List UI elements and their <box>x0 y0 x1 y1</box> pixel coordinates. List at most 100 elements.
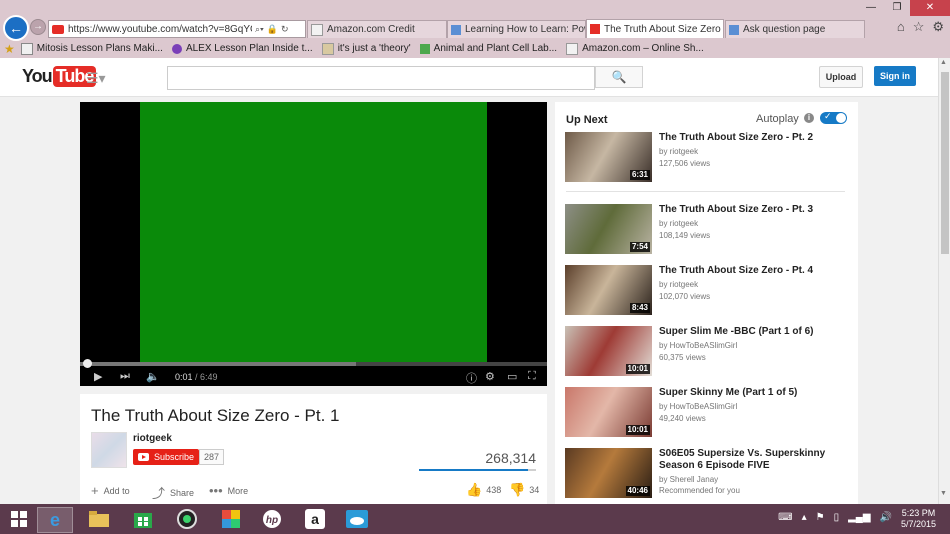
recommended-video[interactable]: 40:46 S06E05 Supersize Vs. Superskinny S… <box>565 448 848 498</box>
recommended-video[interactable]: 10:01 Super Slim Me -BBC (Part 1 of 6) b… <box>565 326 848 376</box>
taskbar-store[interactable] <box>126 507 160 531</box>
play-icon[interactable]: ▶ <box>94 370 102 383</box>
theater-mode-icon[interactable]: ▭ <box>507 370 517 383</box>
taskbar-clock[interactable]: 5:23 PM 5/7/2015 <box>901 508 936 530</box>
video-channel[interactable]: by HowToBeASlimGirl <box>659 341 737 350</box>
next-icon[interactable]: ⏭ <box>120 370 130 383</box>
page-scrollbar[interactable]: ▲ ▼ <box>938 58 950 504</box>
video-thumbnail[interactable]: 40:46 <box>565 448 652 498</box>
lock-icon[interactable]: 🔒 <box>267 24 278 35</box>
video-channel[interactable]: by riotgeek <box>659 147 698 156</box>
search-button[interactable]: 🔍 <box>595 66 643 88</box>
favorite-label: Animal and Plant Cell Lab... <box>433 43 558 54</box>
upload-button[interactable]: Upload <box>819 66 863 88</box>
guide-menu-icon[interactable]: ☰▾ <box>86 70 106 87</box>
video-title-link[interactable]: The Truth About Size Zero - Pt. 2 <box>659 132 849 144</box>
favorite-theory[interactable]: it's just a 'theory' <box>321 42 411 55</box>
taskbar-hp[interactable]: hp <box>255 507 289 531</box>
taskbar-file-explorer[interactable] <box>82 507 116 531</box>
action-center-flag-icon[interactable]: ⚑ <box>816 512 825 523</box>
tab-learning-how-to-learn[interactable]: Learning How to Learn: Powerf... <box>447 20 586 38</box>
settings-gear-icon[interactable]: ⚙ <box>932 19 944 35</box>
system-tray: ⌨ ▴ ⚑ ▯ ▂▄▆ 🔊 <box>778 512 892 523</box>
restore-icon[interactable]: ❐ <box>884 0 910 16</box>
battery-icon[interactable]: ▯ <box>834 512 840 523</box>
autoplay-toggle[interactable]: ✓ <box>820 111 847 124</box>
taskbar-media-player[interactable] <box>170 507 204 531</box>
search-input[interactable] <box>167 66 595 90</box>
tab-truth-about-size-zero[interactable]: The Truth About Size Zero -... ✕ <box>586 19 724 38</box>
taskbar-cloud-app[interactable] <box>340 507 374 531</box>
video-thumbnail[interactable]: 6:31 <box>565 132 652 182</box>
info-icon[interactable]: ⓘ <box>466 370 477 386</box>
scroll-down-icon[interactable]: ▼ <box>940 490 947 497</box>
logo-text-you: You <box>22 66 53 86</box>
subscribe-button[interactable]: Subscribe <box>133 449 199 465</box>
fullscreen-icon[interactable]: ⛶ <box>528 370 536 383</box>
minimize-icon[interactable]: — <box>858 0 884 16</box>
like-button[interactable]: 👍 438 <box>466 482 501 498</box>
favorite-mitosis[interactable]: Mitosis Lesson Plans Maki... <box>20 42 163 55</box>
favorites-star-icon[interactable]: ★ <box>4 42 15 56</box>
back-button[interactable]: ← <box>3 15 29 41</box>
show-hidden-icons-icon[interactable]: ▴ <box>802 512 807 523</box>
dislike-button[interactable]: 👎 34 <box>509 482 539 498</box>
sign-in-button[interactable]: Sign in <box>874 66 916 86</box>
taskbar-photo-app[interactable] <box>214 507 248 531</box>
address-bar[interactable]: https://www.youtube.com/watch?v=8GqYGiH6… <box>48 20 306 38</box>
video-channel[interactable]: by riotgeek <box>659 219 698 228</box>
address-url[interactable]: https://www.youtube.com/watch?v=8GqYGiH6… <box>68 24 252 35</box>
favorites-star-icon[interactable]: ☆ <box>913 19 925 35</box>
progress-bar[interactable] <box>80 362 547 366</box>
recommended-video[interactable]: 10:01 Super Skinny Me (Part 1 of 5) by H… <box>565 387 848 437</box>
video-thumbnail[interactable]: 8:43 <box>565 265 652 315</box>
video-title-link[interactable]: The Truth About Size Zero - Pt. 3 <box>659 204 849 216</box>
add-to-button[interactable]: + Add to <box>91 483 130 498</box>
video-channel[interactable]: by riotgeek <box>659 280 698 289</box>
forward-button[interactable]: → <box>30 19 46 35</box>
close-icon[interactable]: ✕ <box>910 0 950 16</box>
keyboard-icon[interactable]: ⌨ <box>778 512 792 523</box>
scroll-up-icon[interactable]: ▲ <box>940 59 947 66</box>
home-icon[interactable]: ⌂ <box>897 19 905 35</box>
hp-logo-icon: hp <box>263 510 281 528</box>
scrollbar-thumb[interactable] <box>941 72 949 254</box>
favorite-alex[interactable]: ALEX Lesson Plan Inside t... <box>171 43 313 54</box>
video-channel[interactable]: by Sherell Janay <box>659 475 718 484</box>
taskbar-amazon[interactable]: a <box>298 507 332 531</box>
volume-icon[interactable]: 🔊 <box>880 512 892 523</box>
more-button[interactable]: ••• More <box>209 483 248 498</box>
tab-amazon-credit[interactable]: Amazon.com Credit <box>307 20 447 38</box>
share-button[interactable]: ⤴ Share <box>152 483 194 502</box>
info-icon[interactable]: i <box>804 113 814 123</box>
video-player[interactable]: ▶ ⏭ 🔈 0:01 / 6:49 ⓘ ⚙ ▭ ⛶ <box>80 102 547 386</box>
video-frame[interactable] <box>140 102 487 362</box>
taskbar-internet-explorer[interactable]: e <box>37 507 73 533</box>
network-signal-icon[interactable]: ▂▄▆ <box>848 512 870 523</box>
video-thumbnail[interactable]: 7:54 <box>565 204 652 254</box>
recommended-video[interactable]: 7:54 The Truth About Size Zero - Pt. 3 b… <box>565 204 848 254</box>
video-title-link[interactable]: Super Slim Me -BBC (Part 1 of 6) <box>659 326 849 338</box>
start-button[interactable] <box>2 507 36 531</box>
video-title-link[interactable]: The Truth About Size Zero - Pt. 4 <box>659 265 849 277</box>
video-title-link[interactable]: S06E05 Supersize Vs. Superskinny Season … <box>659 448 849 472</box>
favorite-animal-plant-cell[interactable]: Animal and Plant Cell Lab... <box>419 43 558 54</box>
channel-avatar[interactable] <box>91 432 127 468</box>
favorite-label: Mitosis Lesson Plans Maki... <box>36 43 163 54</box>
duration-badge: 8:43 <box>629 303 650 313</box>
volume-icon[interactable]: 🔈 <box>146 370 160 383</box>
search-icon[interactable]: ⌕▾ <box>255 24 264 35</box>
recommended-video[interactable]: 6:31 The Truth About Size Zero - Pt. 2 b… <box>565 132 848 182</box>
channel-name[interactable]: riotgeek <box>133 433 172 444</box>
refresh-icon[interactable]: ↻ <box>281 24 289 35</box>
video-thumbnail[interactable]: 10:01 <box>565 326 652 376</box>
video-thumbnail[interactable]: 10:01 <box>565 387 652 437</box>
video-info-panel: The Truth About Size Zero - Pt. 1 riotge… <box>80 394 547 504</box>
tab-ask-question[interactable]: Ask question page <box>725 20 865 38</box>
video-channel[interactable]: by HowToBeASlimGirl <box>659 402 737 411</box>
settings-gear-icon[interactable]: ⚙ <box>485 370 495 383</box>
video-title-link[interactable]: Super Skinny Me (Part 1 of 5) <box>659 387 849 399</box>
scrubber-handle[interactable] <box>83 359 92 368</box>
recommended-video[interactable]: 8:43 The Truth About Size Zero - Pt. 4 b… <box>565 265 848 315</box>
favorite-amazon[interactable]: Amazon.com – Online Sh... <box>566 42 704 55</box>
